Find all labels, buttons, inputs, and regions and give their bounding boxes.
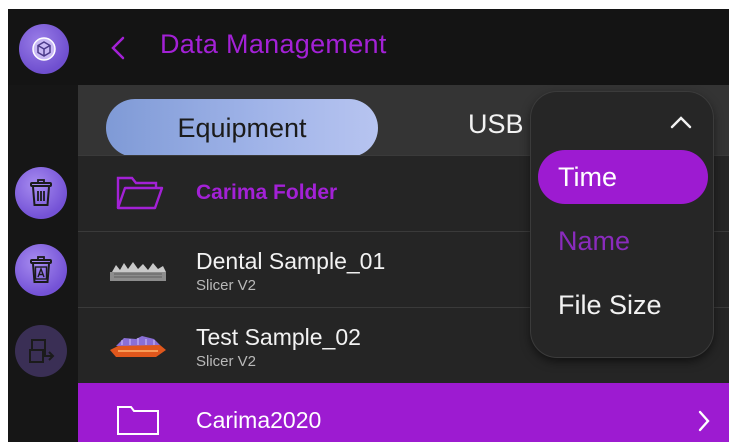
dental-model-thumbnail xyxy=(110,262,166,281)
chevron-right-icon xyxy=(698,410,710,432)
file-name: Test Sample_02 xyxy=(196,324,361,350)
sort-collapse-button[interactable] xyxy=(669,114,693,135)
file-subtitle: Slicer V2 xyxy=(196,277,257,294)
file-name: Carima2020 xyxy=(196,407,322,433)
file-name: Carima Folder xyxy=(196,181,338,204)
delete-all-button[interactable] xyxy=(15,244,67,296)
sort-option-name[interactable]: Name xyxy=(538,214,708,268)
header-bar: Data Management xyxy=(8,9,729,85)
test-model-thumbnail xyxy=(110,336,166,357)
action-sidebar xyxy=(8,85,78,442)
cube-icon xyxy=(32,37,56,61)
home-button[interactable] xyxy=(19,24,69,74)
trash-icon xyxy=(30,179,52,206)
trash-all-icon xyxy=(30,256,52,283)
file-subtitle: Slicer V2 xyxy=(196,353,257,370)
export-button[interactable] xyxy=(15,325,67,377)
app-screen: Data Management Equipment USB Carima Fol… xyxy=(8,9,729,442)
export-icon xyxy=(29,339,55,363)
tab-usb[interactable]: USB xyxy=(468,109,524,140)
chevron-up-icon xyxy=(670,116,692,129)
sort-option-file-size[interactable]: File Size xyxy=(538,278,708,332)
chevron-left-icon xyxy=(111,36,125,60)
page-title: Data Management xyxy=(160,29,387,59)
delete-button[interactable] xyxy=(15,167,67,219)
tab-equipment[interactable]: Equipment xyxy=(106,99,378,157)
sort-dropdown: Time Name File Size xyxy=(531,92,713,357)
sort-option-time[interactable]: Time xyxy=(538,150,708,204)
folder-icon xyxy=(117,406,159,435)
back-button[interactable] xyxy=(110,35,126,66)
file-name: Dental Sample_01 xyxy=(196,248,386,274)
folder-open-icon xyxy=(116,176,164,210)
list-item-carima2020[interactable]: Carima2020 xyxy=(78,383,729,442)
